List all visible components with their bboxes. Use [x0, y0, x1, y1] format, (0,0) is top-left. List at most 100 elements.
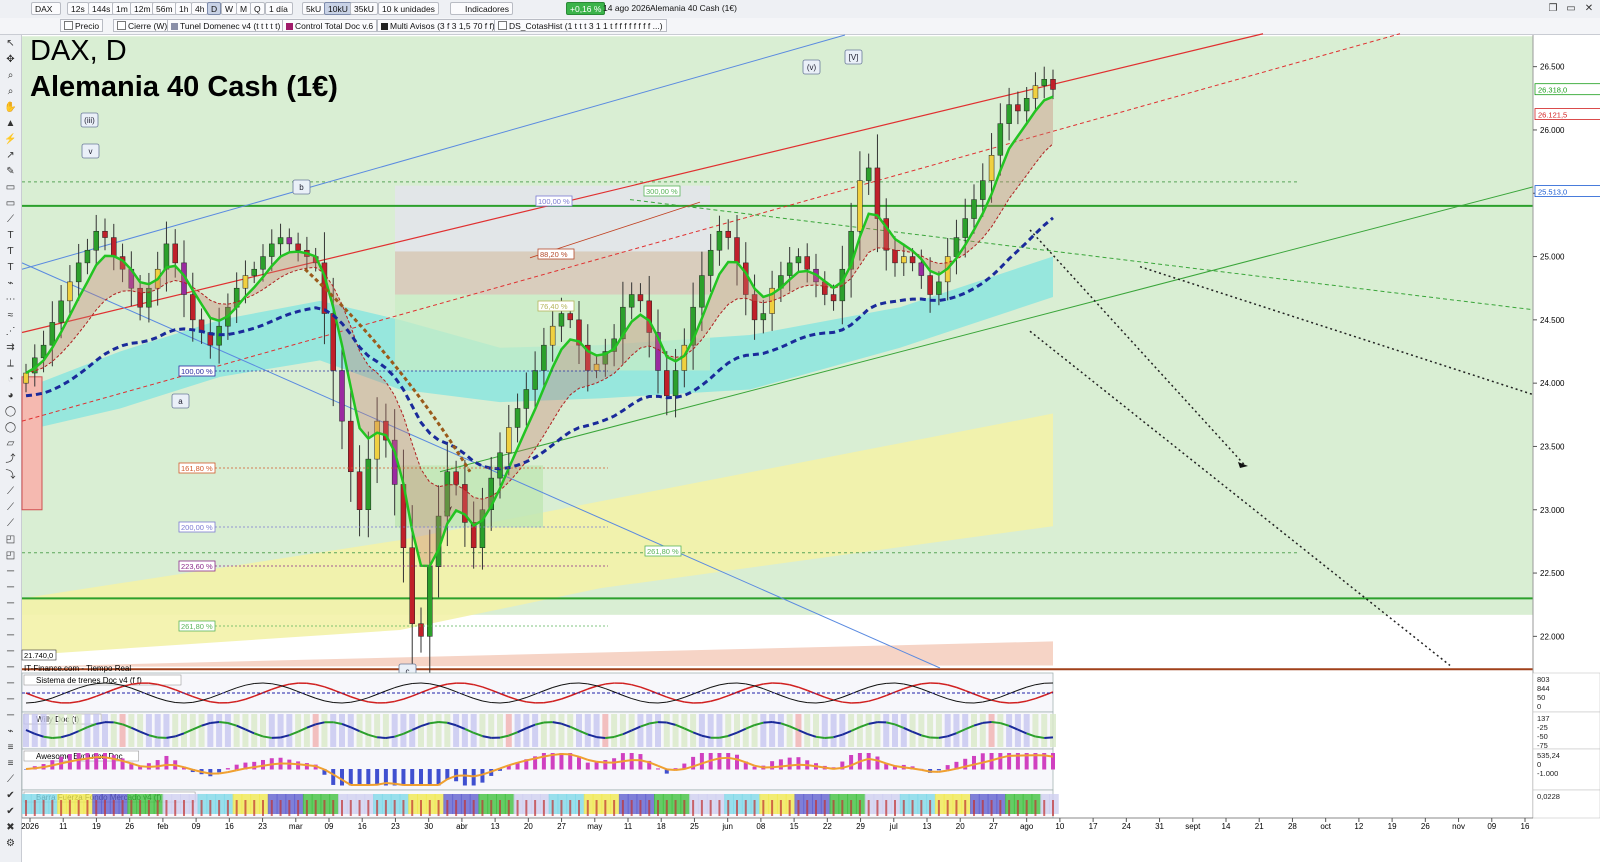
drawing-tool-icon[interactable]: ◔	[4, 373, 17, 386]
interval-w[interactable]: W	[221, 2, 238, 15]
drawing-tool-icon[interactable]: ─	[4, 629, 17, 642]
drawing-tool-icon[interactable]: ⋰	[4, 325, 17, 338]
units-35k[interactable]: 35kU	[350, 2, 378, 15]
interval-144s[interactable]: 144s	[88, 2, 115, 15]
drawing-tool-icon[interactable]: ◰	[4, 549, 17, 562]
drawing-tool-icon[interactable]: ⚡	[4, 133, 17, 146]
indicator-tab-close[interactable]: Cierre (W)	[113, 19, 172, 32]
drawing-tool-icon[interactable]: ▭	[4, 197, 17, 210]
drawing-tool-icon[interactable]: ─	[4, 581, 17, 594]
drawing-tool-icon[interactable]: ▲	[4, 117, 17, 130]
drawing-tool-icon[interactable]: T	[4, 229, 17, 242]
drawing-tool-icon[interactable]: ⤴	[4, 453, 17, 466]
interval-12m[interactable]: 12m	[130, 2, 155, 15]
awesome-bar	[111, 755, 116, 770]
drawing-tool-icon[interactable]: ▱	[4, 437, 17, 450]
drawing-tool-icon[interactable]: ⋯	[4, 293, 17, 306]
drawing-tool-icon[interactable]: Ƭ	[4, 245, 17, 258]
units-selector[interactable]: 10 k unidades	[378, 2, 439, 15]
drawing-tool-icon[interactable]: ≡	[4, 757, 17, 770]
period-selector[interactable]: 1 día	[265, 2, 293, 15]
drawing-tool-icon[interactable]: ↖	[4, 37, 17, 50]
drawing-tool-icon[interactable]: ✔	[4, 789, 17, 802]
drawing-tool-icon[interactable]: ⌁	[4, 277, 17, 290]
drawing-tool-icon[interactable]: ⌁	[4, 725, 17, 738]
drawing-tool-icon[interactable]: ✎	[4, 165, 17, 178]
units-10k[interactable]: 10kU	[324, 2, 352, 15]
force-bar	[285, 794, 296, 814]
units-5k[interactable]: 5kU	[302, 2, 326, 15]
drawing-tool-icon[interactable]: ▭	[4, 181, 17, 194]
drawing-tool-icon[interactable]: ─	[4, 661, 17, 674]
candle-body	[690, 306, 696, 346]
interval-4h[interactable]: 4h	[191, 2, 209, 15]
close-icon[interactable]: ✕	[1582, 2, 1596, 15]
awesome-bar	[1007, 753, 1012, 770]
awesome-bar	[980, 753, 985, 770]
drawing-tool-icon[interactable]: T	[4, 261, 17, 274]
drawing-tool-icon[interactable]: ◕	[4, 389, 17, 402]
drawing-tool-icon[interactable]: ─	[4, 597, 17, 610]
maximize-icon[interactable]: ▭	[1564, 2, 1578, 15]
drawing-tool-icon[interactable]: ⚙	[4, 837, 17, 850]
drawing-tool-icon[interactable]: ◰	[4, 533, 17, 546]
drawing-tool-icon[interactable]: ⌕	[4, 69, 17, 82]
restore-icon[interactable]: ❐	[1546, 2, 1560, 15]
drawing-tool-icon[interactable]: ⟋	[4, 773, 17, 786]
indicator-tab-control[interactable]: Control Total Doc v.6	[282, 19, 378, 32]
drawing-tool-icon[interactable]: ⤵	[4, 469, 17, 482]
candle-body	[664, 370, 670, 397]
force-tick	[1052, 800, 1054, 816]
drawing-tool-icon[interactable]: ─	[4, 709, 17, 722]
symbol-selector[interactable]: DAX	[31, 2, 61, 15]
indicator-tab-cotas[interactable]: DS_CotasHist (1 t t t 3 1 1 t f f f f f …	[494, 19, 667, 32]
drawing-tool-icon[interactable]: ≈	[4, 309, 17, 322]
drawing-tool-icon[interactable]: ─	[4, 693, 17, 706]
indicator-tab-tunel[interactable]: Tunel Domenec v4 (t t t t t)	[167, 19, 285, 32]
wave-label-text: a	[178, 397, 183, 406]
drawing-tool-icon[interactable]: ⟋	[4, 517, 17, 530]
interval-1m[interactable]: 1m	[112, 2, 132, 15]
drawing-tool-icon[interactable]: ✥	[4, 53, 17, 66]
willy-line	[394, 732, 404, 738]
price-chart[interactable]: 100,00 % 161,80 % 200,00 % 223,60 % 261,80 %…	[0, 0, 1600, 862]
interval-56m[interactable]: 56m	[152, 2, 177, 15]
osc-line	[666, 696, 676, 701]
drawing-tool-icon[interactable]: ✖	[4, 821, 17, 834]
force-bar	[794, 794, 805, 814]
drawing-tool-icon[interactable]: ≡	[4, 741, 17, 754]
price-badge: 26.318,0	[1534, 83, 1600, 96]
interval-12s[interactable]: 12s	[67, 2, 89, 15]
awesome-line	[772, 765, 781, 769]
drawing-tool-icon[interactable]: ─	[4, 677, 17, 690]
drawing-tool-icon[interactable]: ⇉	[4, 341, 17, 354]
drawing-tool-icon[interactable]: ↗	[4, 149, 17, 162]
interval-d[interactable]: D	[207, 2, 222, 15]
osc-line	[754, 685, 764, 690]
drawing-tool-icon[interactable]: ─	[4, 613, 17, 626]
chart-subtitle: Alemania 40 Cash (1€)	[30, 71, 338, 103]
drawing-tool-icon[interactable]: ⟋	[4, 501, 17, 514]
wave-label-box	[292, 179, 311, 195]
indicator-tab-multi[interactable]: Multi Avisos (3 f 3 1,5 70 f f)	[377, 19, 499, 32]
drawing-tool-icon[interactable]: ✔	[4, 805, 17, 818]
indicators-button[interactable]: Indicadores	[450, 2, 513, 15]
drawing-tool-icon[interactable]: ◯	[4, 405, 17, 418]
drawing-tool-icon[interactable]: ─	[4, 645, 17, 658]
fib-label-box	[644, 545, 682, 557]
interval-m[interactable]: M	[236, 2, 252, 15]
drawing-tool-icon[interactable]: ◯	[4, 421, 17, 434]
awesome-line	[526, 757, 536, 762]
drawing-tool-icon[interactable]: ⌕	[4, 85, 17, 98]
drawing-tool-icon[interactable]: ⟋	[4, 213, 17, 226]
willy-bar	[181, 714, 187, 747]
drawing-tool-icon[interactable]: ⟂	[4, 357, 17, 370]
indicator-tab-price[interactable]: Precio	[60, 19, 104, 32]
interval-q[interactable]: Q	[250, 2, 265, 15]
force-bar	[294, 794, 304, 814]
drawing-tool-icon[interactable]: ─	[4, 565, 17, 578]
drawing-tool-icon[interactable]: ⟋	[4, 485, 17, 498]
awesome-bar	[919, 768, 924, 770]
interval-1h[interactable]: 1h	[175, 2, 193, 15]
drawing-tool-icon[interactable]: ✋	[4, 101, 17, 114]
